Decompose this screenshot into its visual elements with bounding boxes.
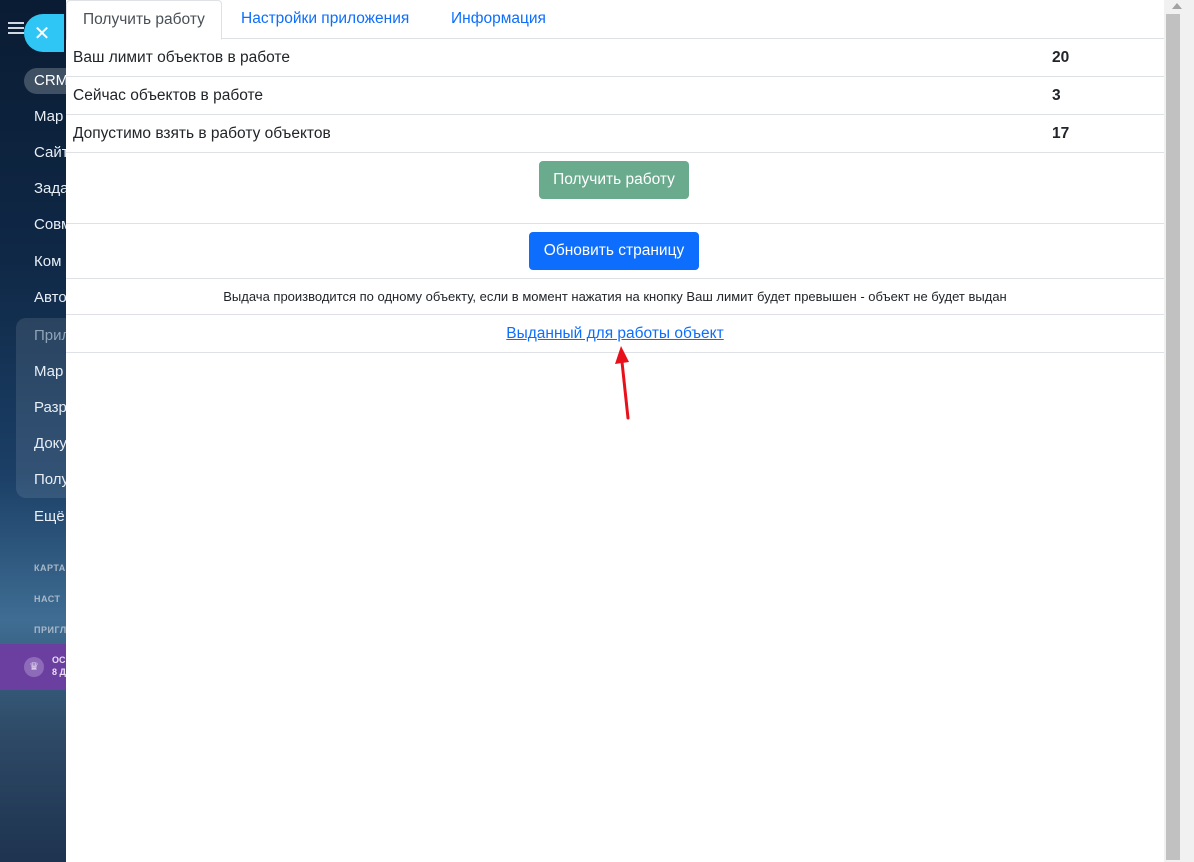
issued-object-link-wrap: Выданный для работы объект [66,325,1164,343]
sidebar-small-link[interactable]: ПРИГЛ [34,625,66,635]
sidebar-item[interactable]: Ком [34,253,61,270]
menu-icon[interactable] [8,22,24,34]
stat-value: 20 [1052,49,1070,66]
sidebar-item[interactable]: Прил [34,327,66,344]
tab-app-settings[interactable]: Настройки приложения [225,0,425,39]
background-sidebar: CRM Мар Сайт Зада Совм Ком Авто Прил Мар… [0,0,66,862]
promo-banner[interactable]: ♛ ОС 8 Д [0,644,66,690]
stat-label: Ваш лимит объектов в работе [73,49,290,66]
close-icon: ✕ [33,21,51,45]
stat-label: Сейчас объектов в работе [73,87,264,104]
sidebar-item[interactable]: Сайт [34,144,66,161]
stat-row-current: Сейчас объектов в работе 3 [66,77,1164,115]
divider [66,352,1164,353]
get-work-button[interactable]: Получить работу [539,161,689,199]
refresh-page-button[interactable]: Обновить страницу [529,232,699,270]
promo-line: 8 Д [52,667,66,677]
app-panel: Получить работу Настройки приложения Инф… [66,0,1164,862]
divider [66,278,1164,279]
issued-object-link[interactable]: Выданный для работы объект [506,325,723,342]
sidebar-item[interactable]: Зада [34,180,66,197]
close-slider-button[interactable]: ✕ [24,14,64,52]
sidebar-item[interactable]: Полу [34,471,66,488]
notice-text: Выдача производится по одному объекту, е… [223,289,1007,304]
stat-row-limit: Ваш лимит объектов в работе 20 [66,39,1164,77]
promo-line: ОС [52,655,66,665]
tab-information[interactable]: Информация [435,0,562,39]
scroll-up-arrow-icon[interactable] [1172,3,1182,9]
scrollbar-thumb[interactable] [1166,14,1180,860]
stat-value: 17 [1052,125,1070,142]
divider [66,314,1164,315]
sidebar-item[interactable]: Разр [34,399,66,416]
sidebar-item[interactable]: Мар [34,363,63,380]
sidebar-small-link[interactable]: КАРТА [34,563,66,573]
tab-bar: Получить работу Настройки приложения Инф… [66,0,1164,40]
crown-icon: ♛ [24,657,44,677]
stat-row-available: Допустимо взять в работу объектов 17 [66,115,1164,153]
sidebar-item[interactable]: Доку [34,435,66,452]
sidebar-small-link[interactable]: НАСТ [34,594,61,604]
stat-label: Допустимо взять в работу объектов [73,125,331,142]
vertical-scrollbar[interactable] [1164,0,1194,862]
sidebar-item-more[interactable]: Ещё [34,508,65,525]
divider [66,223,1164,224]
stat-value: 3 [1052,87,1061,104]
sidebar-item[interactable]: Авто [34,289,66,306]
sidebar-item[interactable]: Совм [34,216,66,233]
sidebar-item[interactable]: Мар [34,108,63,125]
sidebar-pill-crm[interactable]: CRM [24,68,66,94]
tab-get-work[interactable]: Получить работу [66,0,222,40]
